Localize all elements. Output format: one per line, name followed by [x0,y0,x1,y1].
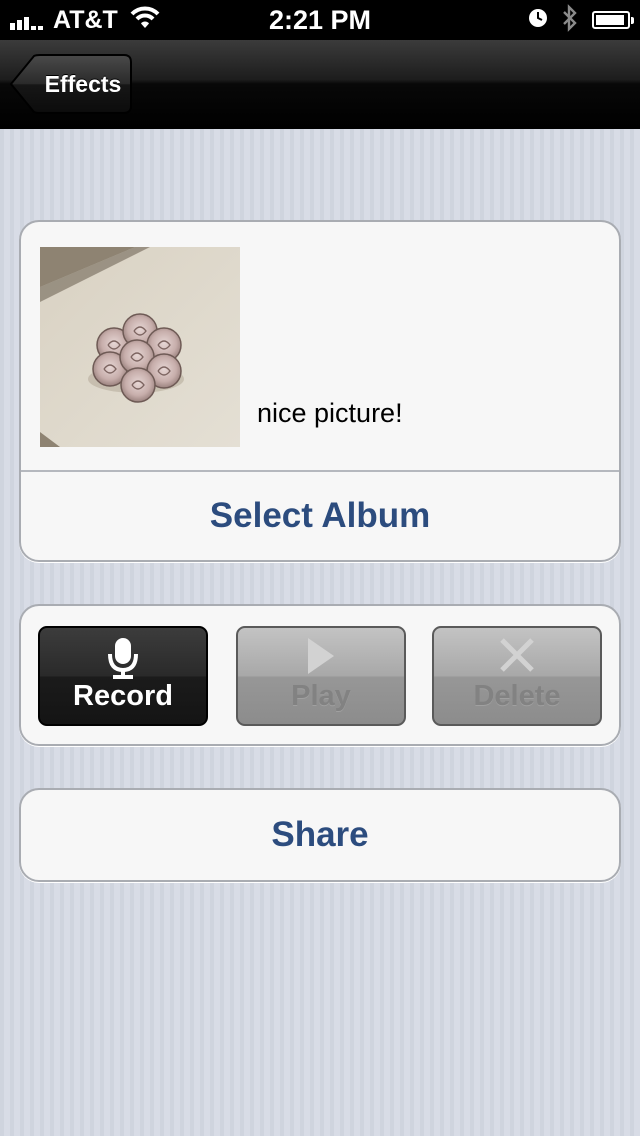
navigation-bar: Effects [0,40,640,129]
back-button-label: Effects [44,71,122,97]
play-button[interactable]: Play [236,626,406,726]
status-bar: AT&T 2:21 PM [0,0,640,40]
microphone-icon [40,636,206,682]
delete-button[interactable]: Delete [432,626,602,726]
photo-row: nice picture! [21,222,619,472]
battery-icon [592,11,634,29]
selected-photo[interactable] [40,247,240,447]
share-label: Share [271,815,369,854]
delete-label: Delete [473,680,561,712]
back-button[interactable]: Effects [10,54,132,114]
play-label: Play [291,680,351,712]
record-button[interactable]: Record [38,626,208,726]
album-panel: nice picture! Select Album [19,220,621,562]
record-label: Record [73,680,173,712]
bluetooth-icon [562,3,578,37]
alarm-clock-icon [528,8,548,33]
play-icon [238,636,404,682]
select-album-button[interactable]: Select Album [21,472,619,560]
photo-caption: nice picture! [257,398,403,428]
share-button[interactable]: Share [19,788,621,882]
recorder-panel: Record Play Delete [19,604,621,746]
close-icon [434,636,600,682]
